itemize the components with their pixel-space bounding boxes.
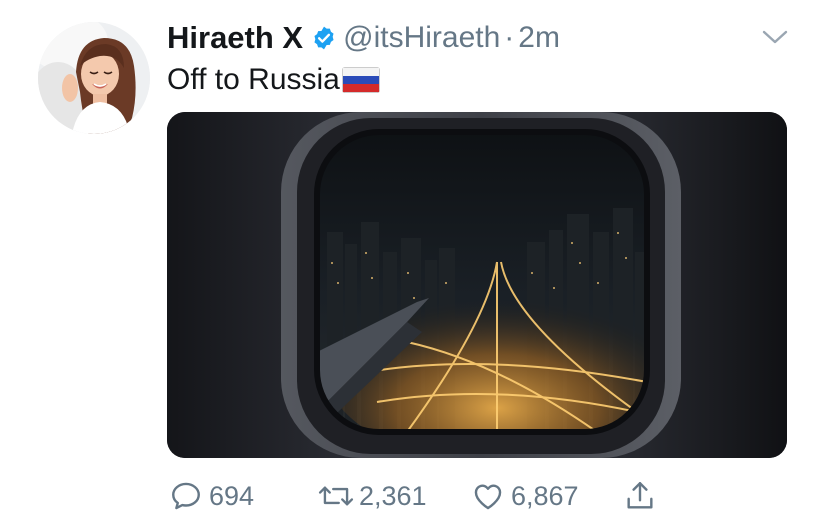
tweet-actions: 694 2,361 6,867 (167, 474, 687, 518)
russia-flag-icon (341, 67, 380, 93)
like-count: 6,867 (511, 480, 579, 511)
heart-icon (469, 477, 507, 515)
tweet-media-image[interactable] (167, 112, 787, 458)
tweet-body: Off to Russia (167, 63, 340, 96)
chevron-down-icon (762, 30, 788, 44)
display-name[interactable]: Hiraeth X (167, 20, 303, 56)
retweet-button[interactable]: 2,361 (317, 474, 469, 518)
retweet-icon (317, 477, 355, 515)
reply-icon (167, 477, 205, 515)
retweet-count: 2,361 (359, 480, 427, 511)
separator-dot: · (504, 21, 515, 54)
user-handle[interactable]: @itsHiraeth (343, 21, 500, 55)
reply-count: 694 (209, 480, 255, 511)
airplane-window-night-city-image (167, 112, 787, 458)
tweet-header: Hiraeth X @itsHiraeth · 2m (167, 18, 560, 58)
tweet-text: Off to Russia (167, 60, 380, 100)
reply-button[interactable]: 694 (167, 474, 317, 518)
tweet-menu-button[interactable] (760, 24, 790, 50)
avatar-image (38, 22, 150, 134)
share-button[interactable] (621, 474, 659, 518)
avatar[interactable] (38, 22, 150, 134)
verified-badge-icon (311, 25, 337, 51)
tweet-timestamp[interactable]: 2m (518, 21, 560, 55)
share-icon (621, 477, 659, 515)
like-button[interactable]: 6,867 (469, 474, 621, 518)
